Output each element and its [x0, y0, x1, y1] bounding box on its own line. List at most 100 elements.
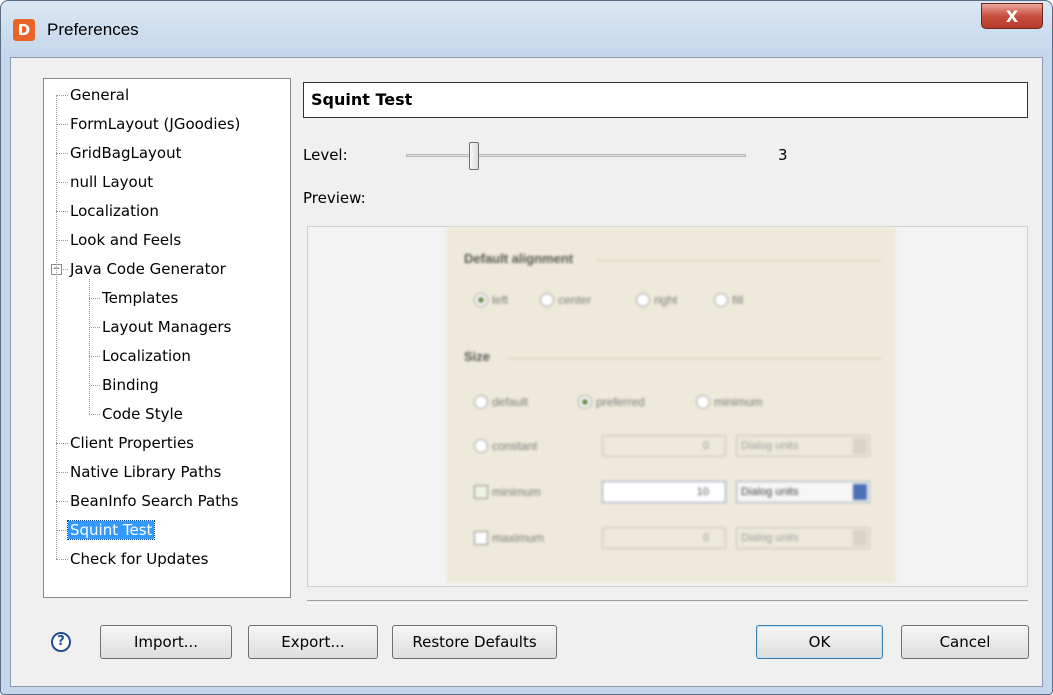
tree-item-label: Check for Updates: [70, 550, 209, 568]
radio-constant: [474, 439, 488, 453]
tree-item-label: Code Style: [102, 405, 183, 423]
tree-item[interactable]: Check for Updates: [68, 547, 210, 571]
tree-connector: [56, 559, 68, 560]
tree-connector: [89, 356, 100, 357]
preview-area: Default alignment left center right fill…: [307, 226, 1028, 587]
size-header: Size: [464, 349, 491, 364]
radio-default: [474, 395, 488, 409]
tree-item-label: Layout Managers: [102, 318, 232, 336]
constant-units: Dialog units: [736, 435, 870, 457]
tree-guide-line: [89, 279, 90, 414]
preferences-tree: General FormLayout (JGoodies) GridBagLayou…: [43, 78, 291, 598]
tree-guide-line: [56, 95, 57, 559]
panel-title: Squint Test: [303, 82, 1028, 118]
radio-minimum: [696, 395, 710, 409]
tree-item[interactable]: FormLayout (JGoodies): [68, 112, 242, 136]
tree-item[interactable]: Squint Test: [66, 518, 156, 542]
tree-item[interactable]: Localization: [100, 344, 193, 368]
tree-item[interactable]: General: [68, 83, 131, 107]
blurred-preview-panel: Default alignment left center right fill…: [446, 227, 896, 583]
radio-left-label: left: [492, 293, 509, 307]
alignment-header: Default alignment: [464, 251, 574, 266]
maximum-label: maximum: [492, 531, 545, 545]
radio-left: [474, 293, 488, 307]
level-slider-thumb[interactable]: [469, 142, 479, 170]
tree-connector: [56, 182, 68, 183]
radio-center-label: center: [558, 293, 592, 307]
tree-item-label: Localization: [70, 202, 159, 220]
tree-connector: [89, 414, 100, 415]
radio-preferred: [578, 395, 592, 409]
tree-item[interactable]: GridBagLayout: [68, 141, 183, 165]
tree-item[interactable]: BeanInfo Search Paths: [68, 489, 240, 513]
constant-field: 0: [602, 435, 726, 457]
tree-item[interactable]: null Layout: [68, 170, 155, 194]
tree-item-label: General: [70, 86, 130, 104]
radio-preferred-label: preferred: [596, 395, 645, 409]
level-slider-track[interactable]: [406, 154, 746, 157]
import-button[interactable]: Import...: [100, 625, 232, 659]
dialog-content: General FormLayout (JGoodies) GridBagLayou…: [10, 57, 1043, 687]
minimum-units-text: Dialog units: [741, 486, 799, 498]
radio-right: [636, 293, 650, 307]
tree-item[interactable]: Client Properties: [68, 431, 196, 455]
tree-connector: [89, 385, 100, 386]
panel-separator: [307, 600, 1028, 604]
tree-connector: [56, 443, 68, 444]
tree-item[interactable]: Java Code Generator: [68, 257, 228, 281]
tree-item-label: GridBagLayout: [70, 144, 182, 162]
tree-item-label: Templates: [102, 289, 179, 307]
tree-item[interactable]: Binding: [100, 373, 161, 397]
radio-fill: [714, 293, 728, 307]
tree-item-label: Localization: [102, 347, 191, 365]
chevron-down-icon: [853, 438, 867, 454]
app-icon: D: [13, 19, 35, 41]
radio-minimum-label: minimum: [714, 395, 763, 409]
export-button[interactable]: Export...: [248, 625, 378, 659]
radio-default-label: default: [492, 395, 529, 409]
tree-item[interactable]: Templates: [100, 286, 180, 310]
tree-item[interactable]: Code Style: [100, 402, 185, 426]
ok-button[interactable]: OK: [756, 625, 883, 659]
constant-label: constant: [492, 439, 538, 453]
minimum-units: Dialog units: [736, 481, 870, 503]
maximum-field: 0: [602, 527, 726, 549]
alignment-separator: [596, 260, 881, 261]
tree-item-label: Native Library Paths: [70, 463, 222, 481]
tree-item-label: Java Code Generator: [70, 260, 226, 278]
tree-item[interactable]: Localization: [68, 199, 161, 223]
level-value: 3: [778, 146, 788, 164]
tree-item-label: Look and Feels: [70, 231, 182, 249]
tree-connector: [56, 211, 68, 212]
help-icon[interactable]: ?: [51, 632, 71, 652]
tree-connector: [56, 95, 68, 96]
size-separator: [506, 358, 881, 359]
constant-units-text: Dialog units: [741, 440, 799, 452]
close-button[interactable]: X: [981, 3, 1043, 29]
tree-connector: [56, 153, 68, 154]
title-bar[interactable]: D Preferences X: [1, 1, 1052, 57]
tree-item-label: Squint Test: [66, 520, 156, 540]
radio-right-label: right: [654, 293, 678, 307]
tree-item[interactable]: Native Library Paths: [68, 460, 223, 484]
tree-item[interactable]: Layout Managers: [100, 315, 233, 339]
maximum-units: Dialog units: [736, 527, 870, 549]
cancel-button[interactable]: Cancel: [901, 625, 1029, 659]
maximum-checkbox: [474, 531, 488, 545]
tree-connector: [56, 240, 68, 241]
tree-connector: [89, 327, 100, 328]
tree-connector: [56, 124, 68, 125]
preferences-window: D Preferences X General FormLayout (JGood…: [0, 0, 1053, 695]
restore-defaults-button[interactable]: Restore Defaults: [392, 625, 557, 659]
tree-connector: [89, 298, 100, 299]
radio-center: [540, 293, 554, 307]
tree-connector: [56, 501, 68, 502]
radio-fill-label: fill: [732, 293, 744, 307]
tree-connector: [56, 472, 68, 473]
window-title: Preferences: [47, 20, 139, 39]
minimum-checkbox: [474, 485, 488, 499]
tree-item-label: Client Properties: [70, 434, 194, 452]
maximum-units-text: Dialog units: [741, 532, 799, 544]
preview-label: Preview:: [303, 189, 366, 207]
tree-item[interactable]: Look and Feels: [68, 228, 183, 252]
